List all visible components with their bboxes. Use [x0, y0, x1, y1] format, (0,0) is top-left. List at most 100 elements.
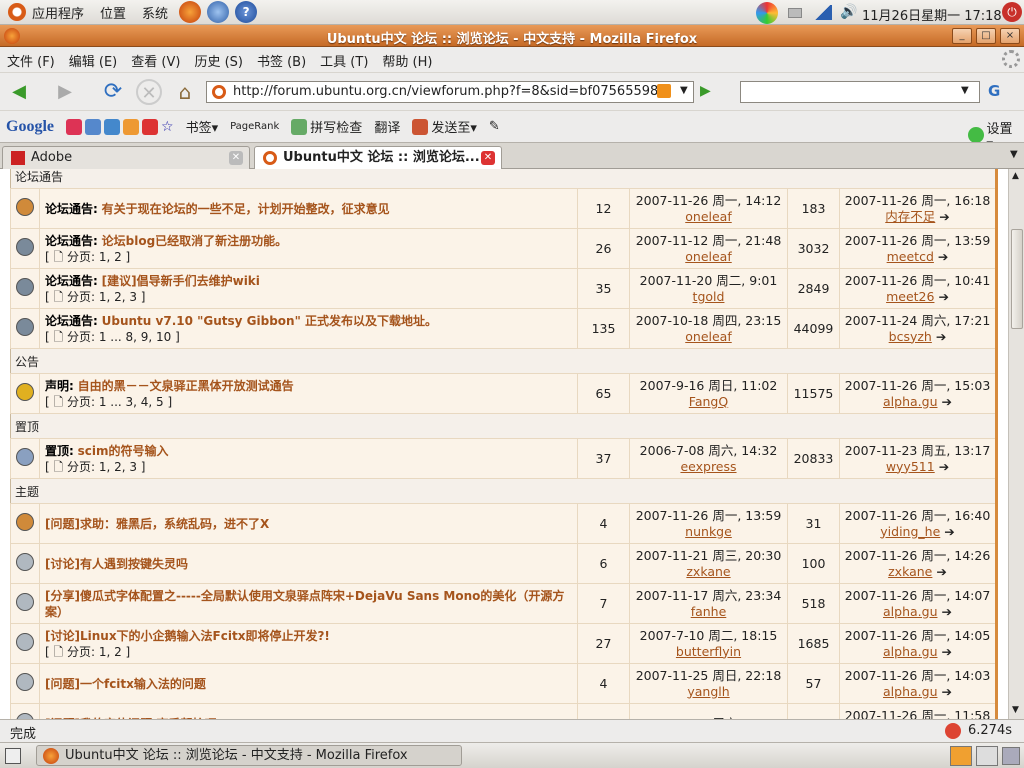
author-link[interactable]: FangQ: [689, 394, 728, 409]
tab-ubuntu-forum[interactable]: Ubuntu中文 论坛 :: 浏览论坛... ✕: [254, 146, 502, 169]
topic-row[interactable]: 论坛通告: 有关于现在论坛的一些不足，计划开始整改，征求意见 12 2007-1…: [10, 188, 997, 229]
scroll-up-icon[interactable]: ▲: [1012, 171, 1019, 181]
google-search-icon[interactable]: G: [988, 82, 1000, 100]
firebug-icon[interactable]: [945, 723, 961, 739]
stop-icon[interactable]: ✕: [136, 79, 162, 105]
topic-row[interactable]: [问题]我的字体问题,高手帮忙呀 4 2007-11-24 周六, 14:23 …: [10, 703, 997, 719]
goto-last-post-icon[interactable]: ➔: [941, 684, 951, 699]
tab-close-icon[interactable]: ✕: [229, 151, 243, 165]
menu-edit[interactable]: 编辑 (E): [62, 51, 125, 70]
minimize-button[interactable]: _: [952, 28, 972, 44]
signal-icon[interactable]: [814, 5, 832, 20]
topic-row[interactable]: [问题]求助：雅黑后，系统乱码，进不了X 4 2007-11-26 周一, 13…: [10, 503, 997, 544]
topic-pagination[interactable]: [ 🗋 分页: 1, 2, 3 ]: [45, 460, 145, 474]
last-poster-link[interactable]: bcsyzh: [889, 329, 932, 344]
topic-row[interactable]: 论坛通告: [建议]倡导新手们去维护wiki [ 🗋 分页: 1, 2, 3 ]…: [10, 268, 997, 309]
help-launcher-icon[interactable]: ?: [235, 1, 258, 23]
topic-pagination[interactable]: [ 🗋 分页: 1 ... 8, 9, 10 ]: [45, 330, 180, 344]
author-link[interactable]: butterflyin: [676, 644, 741, 659]
topic-title-link[interactable]: 论坛blog已经取消了新注册功能。: [102, 234, 288, 248]
goto-last-post-icon[interactable]: ➔: [936, 329, 946, 344]
spellcheck-button[interactable]: 拼写检查: [285, 117, 368, 136]
author-link[interactable]: oneleaf: [685, 209, 731, 224]
last-poster-link[interactable]: zxkane: [888, 564, 932, 579]
vertical-scrollbar[interactable]: ▲ ▼: [1008, 169, 1024, 719]
keyboard-icon[interactable]: [788, 8, 802, 18]
rss-icon[interactable]: [657, 84, 671, 98]
bookmarks-button[interactable]: 书签▾: [180, 117, 225, 136]
topic-title-link[interactable]: [问题]一个fcitx输入法的问题: [45, 677, 206, 691]
volume-icon[interactable]: 🔊: [840, 4, 857, 20]
menu-view[interactable]: 查看 (V): [124, 51, 187, 70]
topic-row[interactable]: [讨论]Linux下的小企鹅输入法Fcitx即将停止开发?! [ 🗋 分页: 1…: [10, 623, 997, 664]
mail-launcher-icon[interactable]: [207, 1, 230, 23]
places-menu[interactable]: 位置: [92, 0, 134, 25]
author-link[interactable]: eexpress: [680, 459, 736, 474]
menu-help[interactable]: 帮助 (H): [375, 51, 439, 70]
scroll-thumb[interactable]: [1011, 229, 1023, 329]
topic-title-link[interactable]: [讨论]Linux下的小企鹅输入法Fcitx即将停止开发?!: [45, 629, 330, 643]
goto-last-post-icon[interactable]: ➔: [941, 644, 951, 659]
topic-row[interactable]: 声明: 自由的黑－－文泉驿正黑体开放测试通告 [ 🗋 分页: 1 ... 3, …: [10, 373, 997, 414]
home-icon[interactable]: ⌂: [172, 79, 198, 105]
gb-icon-2[interactable]: [85, 118, 101, 135]
network-manager-icon[interactable]: [756, 2, 778, 24]
goto-last-post-icon[interactable]: ➔: [936, 564, 946, 579]
author-link[interactable]: fanhe: [691, 604, 727, 619]
close-window-button[interactable]: ×: [1000, 28, 1020, 44]
last-poster-link[interactable]: meet26: [886, 289, 934, 304]
scroll-down-icon[interactable]: ▼: [1012, 705, 1019, 715]
author-link[interactable]: tgold: [693, 289, 725, 304]
goto-last-post-icon[interactable]: ➔: [938, 249, 948, 264]
menu-tools[interactable]: 工具 (T): [313, 51, 375, 70]
google-logo[interactable]: Google: [0, 118, 60, 136]
topic-row[interactable]: [问题]一个fcitx输入法的问题 4 2007-11-25 周日, 22:18…: [10, 663, 997, 704]
topic-row[interactable]: 论坛通告: Ubuntu v7.10 "Gutsy Gibbon" 正式发布以及…: [10, 308, 997, 349]
topic-row[interactable]: 置顶: scim的符号输入 [ 🗋 分页: 1, 2, 3 ] 37 2006-…: [10, 438, 997, 479]
topic-title-link[interactable]: [建议]倡导新手们去维护wiki: [102, 274, 260, 288]
last-poster-link[interactable]: wyy511: [886, 459, 935, 474]
firefox-launcher-icon[interactable]: [179, 1, 202, 23]
workspace-1[interactable]: [950, 746, 972, 766]
author-link[interactable]: oneleaf: [685, 329, 731, 344]
workspace-2[interactable]: [976, 746, 998, 766]
topic-pagination[interactable]: [ 🗋 分页: 1 ... 3, 4, 5 ]: [45, 395, 172, 409]
topic-title-link[interactable]: [问题]求助：雅黑后，系统乱码，进不了X: [45, 517, 269, 531]
url-field[interactable]: http://forum.ubuntu.org.cn/viewforum.php…: [206, 81, 694, 103]
last-poster-link[interactable]: meetcd: [887, 249, 934, 264]
goto-last-post-icon[interactable]: ➔: [938, 289, 948, 304]
url-dropdown-icon[interactable]: ▼: [680, 85, 688, 96]
author-link[interactable]: zxkane: [686, 564, 730, 579]
forward-icon[interactable]: ▶: [52, 79, 78, 105]
topic-pagination[interactable]: [ 🗋 分页: 1, 2 ]: [45, 645, 130, 659]
menu-file[interactable]: 文件 (F): [0, 51, 62, 70]
goto-last-post-icon[interactable]: ➔: [941, 604, 951, 619]
goto-last-post-icon[interactable]: ➔: [939, 209, 949, 224]
topic-title-link[interactable]: 自由的黑－－文泉驿正黑体开放测试通告: [78, 379, 294, 393]
topic-title-link[interactable]: Ubuntu v7.10 "Gutsy Gibbon" 正式发布以及下载地址。: [102, 314, 437, 328]
star-icon[interactable]: ☆: [161, 119, 174, 135]
tab-list-dropdown-icon[interactable]: ▼: [1010, 149, 1018, 160]
topic-title-link[interactable]: 有关于现在论坛的一些不足，计划开始整改，征求意见: [102, 202, 390, 216]
author-link[interactable]: nunkge: [685, 524, 732, 539]
topic-title-link[interactable]: [讨论]有人遇到按键失灵吗: [45, 557, 188, 571]
topic-pagination[interactable]: [ 🗋 分页: 1, 2, 3 ]: [45, 290, 145, 304]
back-icon[interactable]: ◀: [6, 79, 32, 105]
goto-last-post-icon[interactable]: ➔: [944, 524, 954, 539]
power-icon[interactable]: ⏻: [1002, 2, 1022, 22]
gmail-icon[interactable]: [142, 118, 158, 135]
maximize-button[interactable]: □: [976, 28, 996, 44]
tab-adobe[interactable]: Adobe ✕: [2, 146, 250, 169]
topic-row[interactable]: 论坛通告: 论坛blog已经取消了新注册功能。 [ 🗋 分页: 1, 2 ] 2…: [10, 228, 997, 269]
topic-row[interactable]: [讨论]有人遇到按键失灵吗 6 2007-11-21 周三, 20:30 zxka…: [10, 543, 997, 584]
pencil-icon[interactable]: ✎: [483, 119, 506, 134]
calendar-icon[interactable]: [104, 118, 120, 135]
taskbar-firefox-button[interactable]: Ubuntu中文 论坛 :: 浏览论坛 - 中文支持 - Mozilla Fir…: [36, 745, 462, 766]
clock[interactable]: 11月26日星期一 17:18: [862, 5, 1002, 24]
author-link[interactable]: oneleaf: [685, 249, 731, 264]
search-engine-dropdown-icon[interactable]: ▼: [961, 85, 969, 96]
topic-title-link[interactable]: [分享]傻瓜式字体配置之-----全局默认使用文泉驿点阵宋+DejaVu San…: [45, 589, 564, 619]
gb-icon-4[interactable]: [123, 118, 139, 135]
go-icon[interactable]: ▶: [700, 83, 711, 99]
trash-icon[interactable]: [1002, 747, 1020, 765]
